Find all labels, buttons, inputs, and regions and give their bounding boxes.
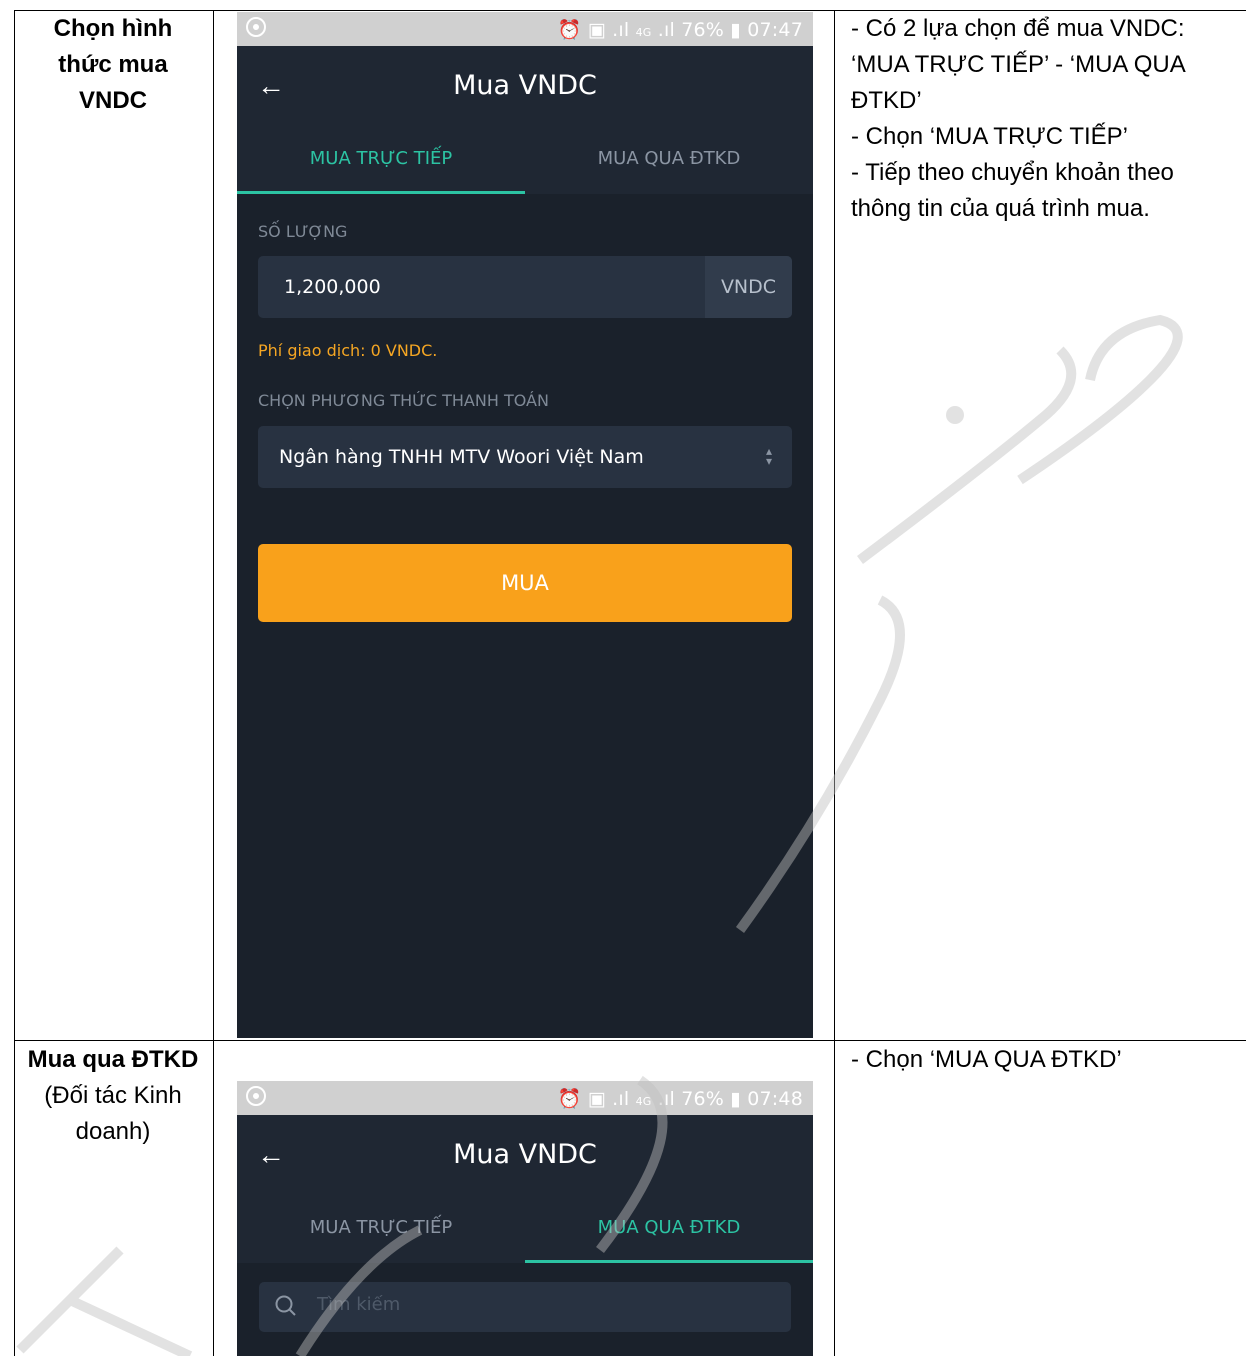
table-row-divider — [14, 1040, 1246, 1041]
battery-percent: 76% — [681, 1088, 725, 1110]
search-icon — [273, 1293, 299, 1324]
row1-desc-line: - Chọn ‘MUA TRỰC TIẾP’ — [851, 123, 1129, 150]
quantity-input[interactable]: 1,200,000 VNDC — [258, 256, 792, 318]
search-placeholder: Tìm kiếm — [317, 1294, 401, 1315]
network-type: 4G — [635, 26, 652, 39]
content-area: SỐ LƯỢNG 1,200,000 VNDC Phí giao dịch: 0… — [237, 194, 813, 1038]
quantity-label: SỐ LƯỢNG — [258, 222, 348, 241]
tab-buy-direct[interactable]: MUA TRỰC TIẾP — [237, 124, 525, 194]
row2-left-cell: Mua qua ĐTKD (Đối tác Kinh doanh) — [15, 1042, 211, 1150]
status-right: ⏰ ▣ .ıl 4G .ıl 76% ▮ 07:48 — [558, 1087, 803, 1110]
select-arrows-icon: ▴ ▾ — [765, 444, 772, 468]
signal-icon: .ıl — [612, 19, 630, 41]
row1-desc-line: thông tin của quá trình mua. — [851, 195, 1150, 222]
tab-buy-partner[interactable]: MUA QUA ĐTKD — [525, 124, 813, 194]
viber-icon — [245, 1085, 267, 1112]
row1-desc-line: - Tiếp theo chuyển khoản theo — [851, 159, 1174, 186]
sim-icon: ▣ — [587, 1088, 606, 1110]
tab-buy-direct[interactable]: MUA TRỰC TIẾP — [237, 1193, 525, 1263]
status-right: ⏰ ▣ .ıl 4G .ıl 76% ▮ 07:47 — [558, 18, 803, 41]
content-area: Tìm kiếm — [237, 1263, 813, 1356]
signal-icon: .ıl — [657, 19, 675, 41]
status-bar: ⏰ ▣ .ıl 4G .ıl 76% ▮ 07:47 — [237, 12, 813, 46]
quantity-unit: VNDC — [705, 256, 792, 318]
payment-method-value[interactable]: Ngân hàng TNHH MTV Woori Việt Nam — [279, 446, 644, 468]
payment-method-select[interactable]: Ngân hàng TNHH MTV Woori Việt Nam ▴ ▾ — [258, 426, 792, 488]
row2-description: - Chọn ‘MUA QUA ĐTKD’ — [851, 1042, 1241, 1078]
row1-left-cell: Chọn hình thức mua VNDC — [15, 11, 211, 119]
status-time: 07:47 — [747, 19, 803, 41]
buy-button[interactable]: MUA — [258, 544, 792, 622]
table-border-left — [14, 10, 15, 1356]
page-title: Mua VNDC — [453, 70, 597, 101]
table-divider-2 — [834, 10, 835, 1356]
sim-icon: ▣ — [587, 19, 606, 41]
signal-icon: .ıl — [657, 1088, 675, 1110]
transaction-fee: Phí giao dịch: 0 VNDC. — [258, 341, 438, 360]
tab-buy-partner[interactable]: MUA QUA ĐTKD — [525, 1193, 813, 1263]
row2-label-bold: Mua qua ĐTKD — [27, 1046, 199, 1073]
tab-bar: MUA TRỰC TIẾP MUA QUA ĐTKD — [237, 1193, 813, 1263]
table-divider-1 — [213, 10, 214, 1356]
row2-label-rest: (Đối tác Kinh doanh) — [44, 1082, 182, 1145]
row2-desc-line: - Chọn ‘MUA QUA ĐTKD’ — [851, 1046, 1122, 1073]
battery-percent: 76% — [681, 19, 725, 41]
phone-screenshot-direct: ⏰ ▣ .ıl 4G .ıl 76% ▮ 07:47 ← Mua VNDC MU… — [237, 12, 813, 1038]
battery-icon: ▮ — [730, 19, 741, 41]
signal-icon: .ıl — [612, 1088, 630, 1110]
row1-desc-line: - Có 2 lựa chọn để mua VNDC: — [851, 15, 1185, 42]
battery-icon: ▮ — [730, 1088, 741, 1110]
alarm-icon: ⏰ — [557, 19, 582, 41]
row1-desc-line: ‘MUA TRỰC TIẾP’ - ‘MUA QUA — [851, 51, 1186, 78]
row1-desc-line: ĐTKD’ — [851, 87, 922, 114]
tab-bar: MUA TRỰC TIẾP MUA QUA ĐTKD — [237, 124, 813, 194]
network-type: 4G — [635, 1095, 652, 1108]
phone-screenshot-partner: ⏰ ▣ .ıl 4G .ıl 76% ▮ 07:48 ← Mua VNDC MU… — [237, 1081, 813, 1356]
status-time: 07:48 — [747, 1088, 803, 1110]
alarm-icon: ⏰ — [557, 1088, 582, 1110]
row1-label: Chọn hình thức mua VNDC — [53, 15, 173, 114]
viber-icon — [245, 16, 267, 43]
row1-description: - Có 2 lựa chọn để mua VNDC: ‘MUA TRỰC T… — [851, 11, 1241, 227]
payment-method-label: CHỌN PHƯƠNG THỨC THANH TOÁN — [258, 391, 549, 410]
quantity-value[interactable]: 1,200,000 — [284, 276, 381, 298]
page-title: Mua VNDC — [453, 1139, 597, 1170]
status-bar: ⏰ ▣ .ıl 4G .ıl 76% ▮ 07:48 — [237, 1081, 813, 1115]
search-input[interactable]: Tìm kiếm — [259, 1282, 791, 1332]
